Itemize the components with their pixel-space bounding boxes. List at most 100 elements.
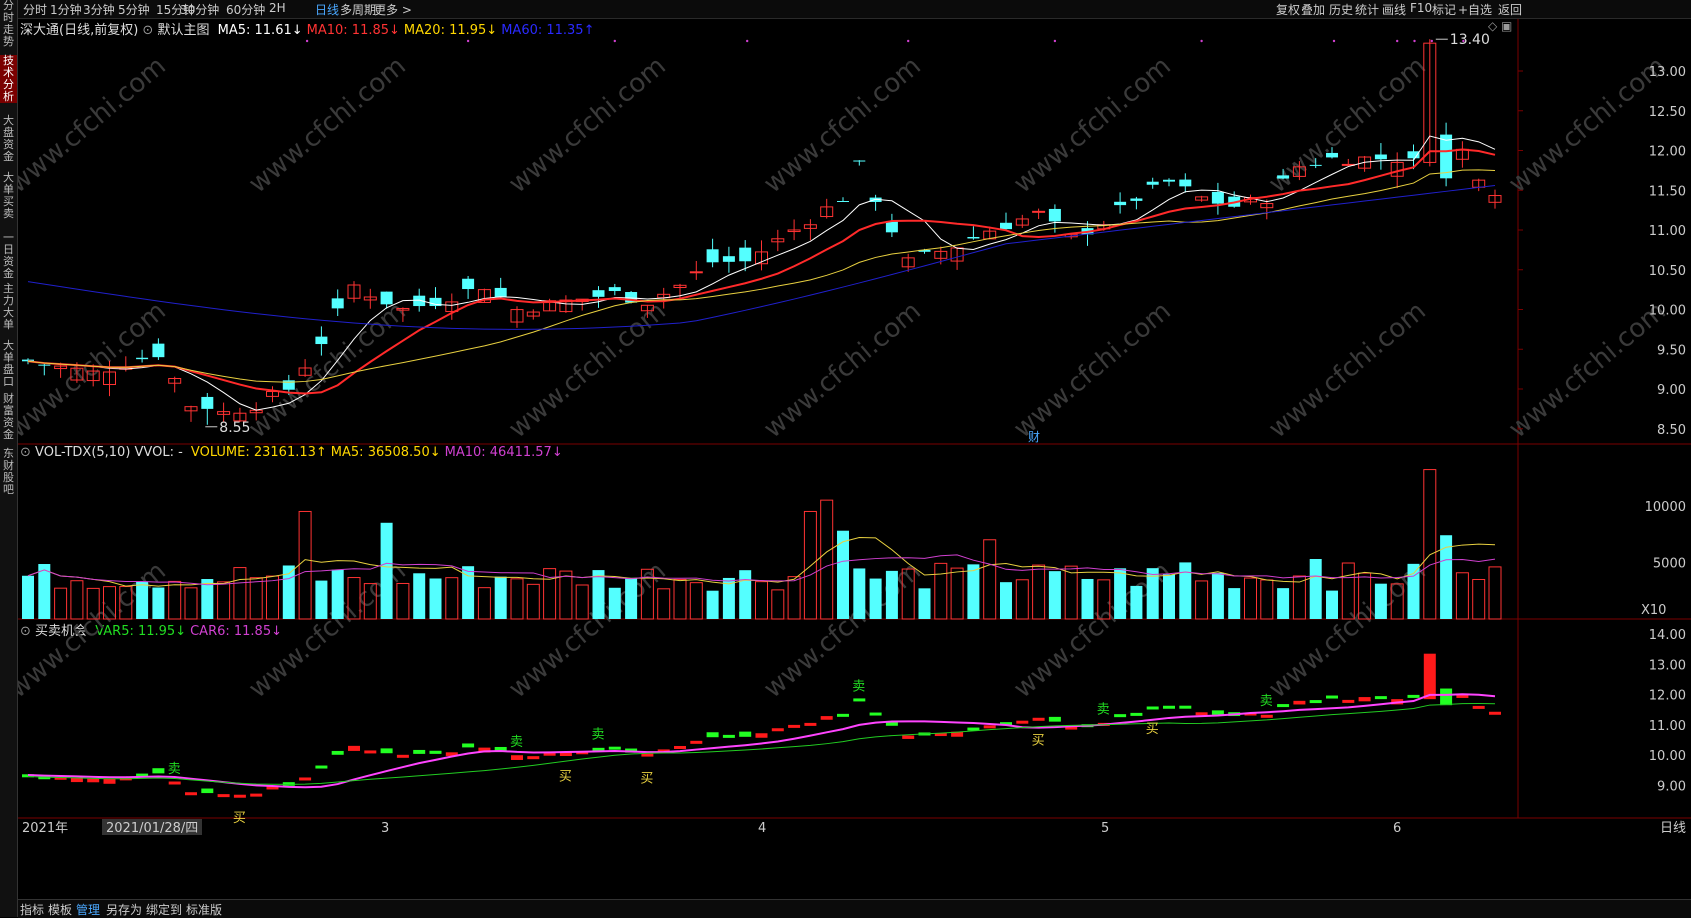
- watermark: www.cfchi.com: [18, 51, 172, 199]
- signal-bar: [1407, 694, 1420, 698]
- signal-bar: [1440, 688, 1453, 706]
- volume-bar: [249, 577, 263, 620]
- signal-bar: [1048, 716, 1061, 722]
- kline-chart[interactable]: www.cfchi.com www.cfchi.com www.cfchi.com w…: [18, 19, 1691, 899]
- volume-bar: [689, 582, 703, 620]
- volume-bar: [1000, 582, 1012, 619]
- signal-dot: [613, 39, 616, 43]
- sidebar-tab[interactable]: 主力大单: [0, 283, 17, 331]
- buy-signal: 买: [233, 811, 246, 826]
- volume-bar: [1488, 566, 1502, 620]
- sidebar-tab[interactable]: 分时走势: [0, 0, 17, 48]
- volume-bar: [592, 570, 605, 619]
- toolbar-button[interactable]: F10: [1410, 1, 1432, 15]
- sidebar-tab[interactable]: 财富资金: [0, 393, 17, 441]
- volume-bar: [1130, 585, 1143, 619]
- period-tab[interactable]: 5分钟: [118, 1, 150, 18]
- signal-bar: [87, 778, 100, 783]
- signal-bar: [413, 749, 426, 754]
- bottom-tab[interactable]: 另存为: [106, 901, 142, 918]
- signal-bar: [380, 748, 393, 754]
- x-axis-label: 3: [381, 821, 389, 836]
- sidebar-tab[interactable]: 技术分析: [0, 55, 17, 103]
- price-axis-label: 8.50: [1657, 423, 1686, 438]
- volume-bar: [934, 562, 948, 620]
- toolbar-button[interactable]: 返回: [1498, 1, 1522, 18]
- sidebar-tab[interactable]: 大单盘口: [0, 340, 17, 388]
- period-tab[interactable]: 分时: [23, 1, 47, 18]
- toolbar-button[interactable]: 历史: [1329, 1, 1353, 18]
- price-axis-label: 10.50: [1649, 264, 1686, 279]
- bottom-tab[interactable]: 绑定到: [146, 901, 182, 918]
- bottom-tab[interactable]: 标准版: [186, 901, 222, 918]
- period-tab[interactable]: 2H: [269, 1, 286, 15]
- candle-body: [689, 271, 703, 274]
- candle-body: [315, 336, 328, 345]
- toolbar-button[interactable]: 统计: [1355, 1, 1379, 18]
- volume-bar: [1179, 562, 1192, 619]
- signal-bar: [1114, 714, 1127, 718]
- signal-bar: [217, 794, 230, 798]
- volume-bar: [38, 564, 51, 619]
- period-tab[interactable]: 3分钟: [83, 1, 115, 18]
- toolbar-button[interactable]: +自选: [1458, 1, 1492, 18]
- signal-axis-label: 9.00: [1657, 780, 1686, 795]
- sidebar-tab[interactable]: 东财股吧: [0, 448, 17, 496]
- volume-bar: [673, 578, 687, 620]
- bottom-tab[interactable]: 指标: [20, 901, 44, 918]
- volume-axis-label: 5000: [1653, 556, 1686, 571]
- volume-bar: [1455, 572, 1469, 620]
- signal-bar: [233, 794, 246, 798]
- signal-dot: [466, 39, 470, 43]
- signal-bar: [185, 792, 197, 796]
- watermark: www.cfchi.com: [1263, 556, 1432, 704]
- toolbar-button[interactable]: 标记: [1432, 1, 1456, 18]
- signal-bar: [1032, 717, 1045, 721]
- sidebar-tab[interactable]: 大单买卖: [0, 172, 17, 220]
- signal-bar: [1016, 720, 1029, 724]
- volume-bar: [526, 583, 540, 620]
- price-axis-label: 12.00: [1649, 145, 1686, 160]
- period-tab[interactable]: 日线: [315, 1, 339, 18]
- volume-bars: [22, 469, 1502, 620]
- volume-bar: [1309, 559, 1322, 619]
- period-tab[interactable]: 多周期: [340, 1, 376, 18]
- period-tab[interactable]: 30分钟: [180, 1, 219, 18]
- volume-bar: [184, 587, 198, 620]
- sidebar-tab[interactable]: 一日资金: [0, 232, 17, 280]
- volume-bar: [54, 587, 68, 620]
- candle-body: [1048, 208, 1061, 222]
- signal-bar: [869, 712, 882, 716]
- toolbar-button[interactable]: 复权: [1276, 1, 1300, 18]
- signal-bar: [315, 765, 328, 769]
- signal-dot: [1430, 39, 1434, 43]
- volume-bar: [1244, 577, 1257, 620]
- candle-body: [1211, 191, 1224, 204]
- sell-signal: 卖: [168, 762, 181, 777]
- bottom-tab[interactable]: 模板: [48, 901, 72, 918]
- volume-bar: [152, 587, 165, 619]
- candle-body: [1163, 179, 1175, 182]
- period-tab[interactable]: 更多 >: [374, 1, 412, 18]
- signal-bar: [1195, 712, 1208, 716]
- signal-bar: [396, 754, 409, 758]
- signal-bar: [152, 768, 165, 774]
- signal-axis-label: 11.00: [1649, 719, 1686, 734]
- sidebar-tab[interactable]: 大盘资金: [0, 115, 17, 163]
- price-axis-label: 13.00: [1649, 65, 1686, 80]
- signal-dot: [1462, 39, 1465, 43]
- bottom-tab[interactable]: 管理: [76, 901, 100, 918]
- period-tab[interactable]: 1分钟: [50, 1, 82, 18]
- candle-body: [739, 247, 752, 262]
- volume-bar: [1081, 578, 1094, 619]
- toolbar-button[interactable]: 叠加: [1301, 1, 1325, 18]
- volume-bar: [983, 539, 997, 620]
- signal-bar: [494, 746, 507, 751]
- toolbar-button[interactable]: 画线: [1382, 1, 1406, 18]
- watermark: www.cfchi.com: [758, 296, 927, 444]
- volume-bar: [168, 580, 182, 620]
- period-tab[interactable]: 60分钟: [226, 1, 265, 18]
- candle-body: [967, 236, 980, 239]
- signal-bar: [1342, 699, 1355, 703]
- signal-bar: [722, 734, 735, 738]
